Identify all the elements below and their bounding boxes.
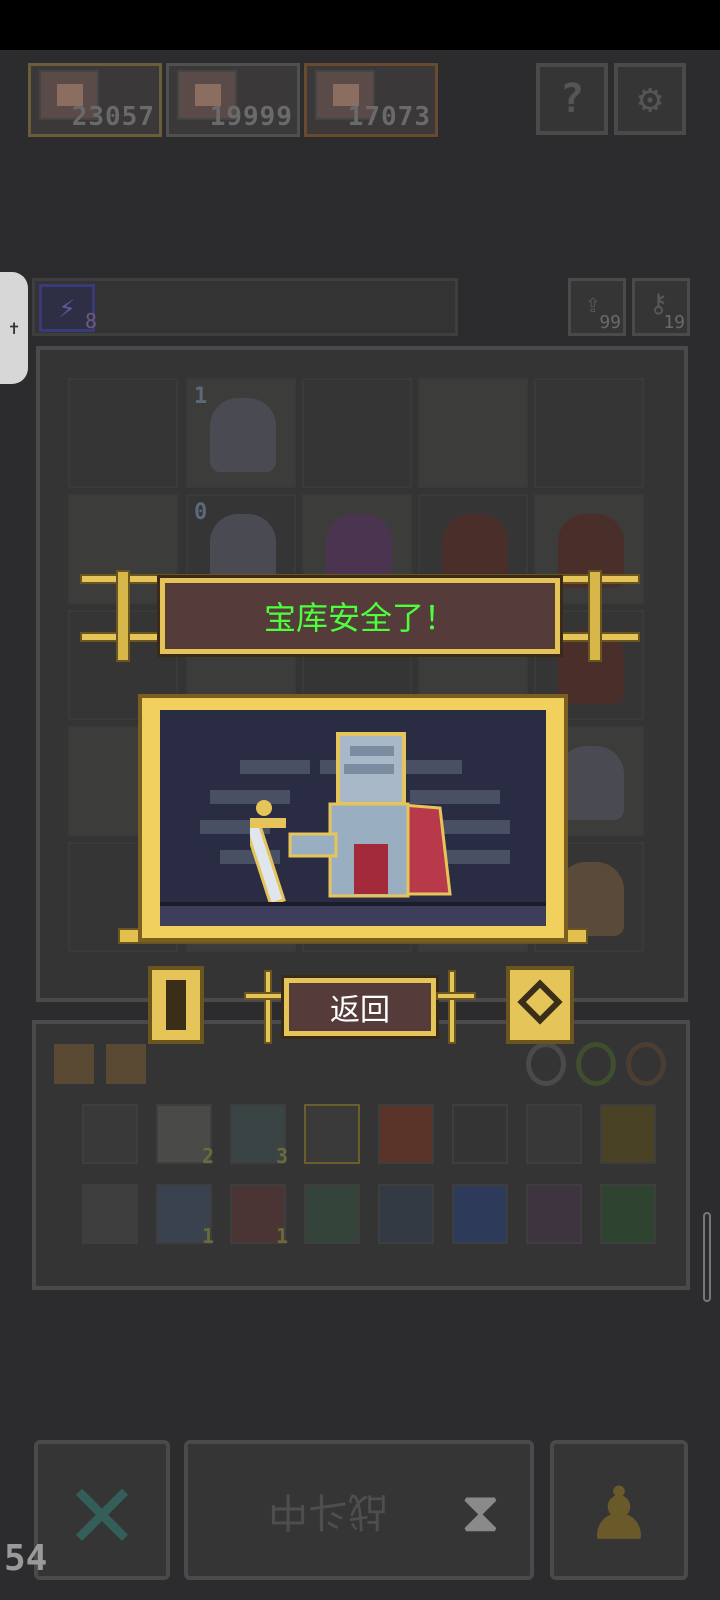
hero-score: 23057 xyxy=(71,102,155,132)
item-quantity: 1 xyxy=(201,1224,214,1248)
hero-card[interactable]: 19999 xyxy=(166,63,300,137)
blue-orb-item-icon[interactable] xyxy=(452,1184,508,1244)
item-quantity: 2 xyxy=(201,1144,214,1168)
hero-card[interactable]: 23057 xyxy=(28,63,162,137)
return-button[interactable]: 返回 xyxy=(281,975,439,1039)
item-quantity: 1 xyxy=(275,1224,288,1248)
anchor-item-icon[interactable]: 1 xyxy=(230,1184,288,1248)
unit-level: 1 xyxy=(194,384,208,409)
battle-label: 战斗中 xyxy=(268,1488,388,1534)
green-box-item-icon[interactable] xyxy=(600,1184,656,1244)
frame-post xyxy=(588,570,602,662)
gear-item-icon[interactable] xyxy=(82,1104,138,1164)
refresh-resource[interactable]: ⇪ 99 xyxy=(568,278,626,336)
board-cell[interactable] xyxy=(534,378,644,488)
scene-floor xyxy=(160,902,546,926)
heart-item-icon[interactable]: 3 xyxy=(230,1104,288,1168)
accessibility-icon: ✝ xyxy=(8,317,20,339)
bronze-ring-icon xyxy=(626,1042,666,1086)
help-button[interactable]: ? xyxy=(536,63,608,135)
frame-post xyxy=(116,570,130,662)
hero-card[interactable]: 17073 xyxy=(304,63,438,137)
close-icon: ✕ xyxy=(68,1445,136,1573)
button-bracket-right xyxy=(436,970,476,1044)
item-quantity: 3 xyxy=(275,1144,288,1168)
knight-icon xyxy=(250,732,452,907)
knight-scene xyxy=(160,710,546,926)
gem-icon xyxy=(517,979,563,1025)
grass-item-icon[interactable] xyxy=(304,1184,360,1244)
purple-arrow-item-icon[interactable] xyxy=(526,1184,582,1244)
shuriken-item-icon[interactable] xyxy=(526,1104,582,1164)
scrollbar[interactable] xyxy=(703,1212,711,1302)
hammer-item-icon[interactable]: 1 xyxy=(156,1184,214,1248)
character-tab-button[interactable] xyxy=(148,966,204,1044)
unit-level: 0 xyxy=(194,500,208,525)
pawn-button[interactable]: ♟ xyxy=(550,1440,688,1580)
inventory-panel: 2 3 1 1 xyxy=(32,1020,690,1290)
board-cell[interactable]: 1 xyxy=(186,378,296,488)
inventory-row: 1 1 xyxy=(46,1184,676,1264)
resource-chip-icon xyxy=(106,1044,146,1084)
resource-chip-icon xyxy=(54,1044,94,1084)
trophy-item-icon[interactable] xyxy=(600,1104,656,1164)
fire-item-icon[interactable] xyxy=(378,1104,434,1164)
status-bar xyxy=(0,0,720,50)
arrow-item-icon[interactable] xyxy=(452,1104,508,1164)
pawn-icon: ♟ xyxy=(591,1456,647,1561)
key-resource[interactable]: ⚷ 19 xyxy=(632,278,690,336)
energy-count: 8 xyxy=(85,309,98,333)
board-cell[interactable] xyxy=(302,378,412,488)
hero-score: 19999 xyxy=(209,102,293,132)
result-scene-frame xyxy=(138,694,568,942)
crown-item-icon[interactable] xyxy=(304,1104,360,1164)
green-ring-icon xyxy=(576,1042,616,1086)
battle-button[interactable]: 战斗中 ⧗ xyxy=(184,1440,534,1580)
result-title-frame: 宝库安全了！ xyxy=(80,570,640,662)
key-count: 19 xyxy=(663,312,685,333)
fps-counter: 54 xyxy=(4,1538,48,1579)
accessibility-tab[interactable]: ✝ xyxy=(0,272,28,384)
hourglass-icon: ⧗ xyxy=(460,1480,500,1545)
ring-slot-icon xyxy=(526,1042,566,1086)
inventory-row: 2 3 xyxy=(46,1104,676,1184)
scroll-item-icon[interactable]: 2 xyxy=(156,1104,214,1168)
board-cell[interactable] xyxy=(418,378,528,488)
lever-item-icon[interactable] xyxy=(82,1184,138,1244)
hero-unit-icon xyxy=(210,398,276,472)
refresh-icon: ⇪ xyxy=(585,289,601,319)
result-title: 宝库安全了！ xyxy=(157,575,563,657)
settings-button[interactable]: ⚙ xyxy=(614,63,686,135)
gem-tab-button[interactable] xyxy=(506,966,574,1044)
refresh-count: 99 xyxy=(599,312,621,333)
water-drop-item-icon[interactable] xyxy=(378,1184,434,1244)
board-cell[interactable] xyxy=(68,378,178,488)
question-icon: ? xyxy=(559,76,585,122)
hero-score: 17073 xyxy=(347,102,431,132)
keyhole-icon xyxy=(166,980,186,1030)
cancel-button[interactable]: ✕ xyxy=(34,1440,170,1580)
gear-icon: ⚙ xyxy=(637,76,663,122)
button-bracket-left xyxy=(244,970,284,1044)
energy-bar: ⚡ 8 xyxy=(32,278,458,336)
